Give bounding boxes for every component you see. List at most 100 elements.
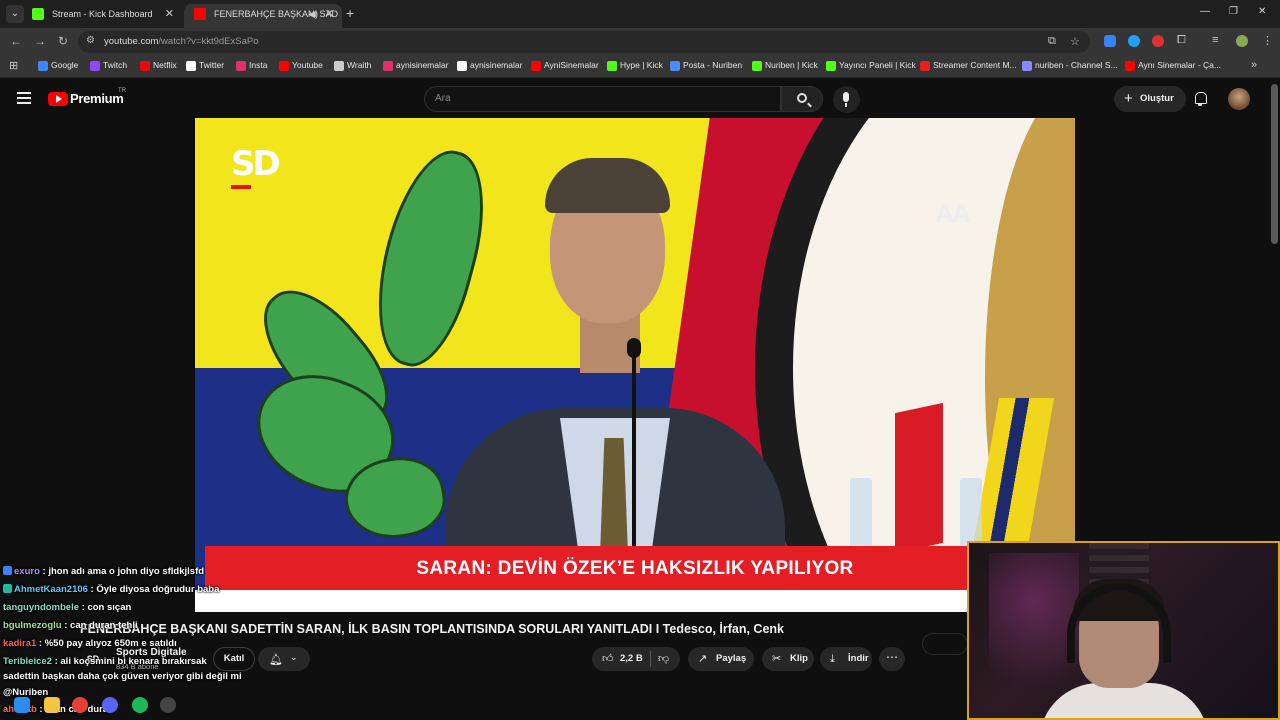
menu-hamburger-icon[interactable] [17, 92, 31, 104]
tab-youtube-video[interactable]: FENERBAHÇE BAŞKANI SAD ◀) ✕ [184, 4, 342, 28]
discord-icon[interactable] [102, 697, 118, 713]
bookmark-item[interactable]: Wraith [334, 60, 371, 71]
tab-title: FENERBAHÇE BAŞKANI SAD [214, 9, 339, 19]
page-scrollbar[interactable] [1271, 84, 1278, 244]
cast-icon[interactable]: ⧉ [1048, 35, 1056, 48]
voice-search-button[interactable] [833, 86, 860, 113]
bookmark-item[interactable]: Nuriben | Kick [752, 60, 818, 71]
video-player[interactable]: SD AA SARAN: DEVİN ÖZEK’E HAKSIZLIK YAPI… [195, 118, 1075, 612]
bookmark-item[interactable]: Aynı Sinemalar - Ça... [1125, 60, 1221, 71]
youtube-brand[interactable]: Premium [70, 91, 124, 106]
bookmark-favicon-icon [236, 61, 246, 71]
bookmark-item[interactable]: Yayıncı Paneli | Kick [826, 60, 916, 71]
avatar[interactable] [1228, 88, 1250, 110]
back-icon[interactable]: ← [10, 34, 22, 48]
bookmark-item[interactable]: Youtube [279, 60, 323, 71]
browser-toolbar: ← → ↻ ⚙ youtube.com/watch?v=kkt9dExSaPo … [0, 28, 1280, 56]
bookmark-label: Streamer Content M... [933, 60, 1017, 70]
share-button[interactable]: ↗ Paylaş [688, 647, 754, 671]
chip[interactable] [922, 633, 968, 655]
region-code: TR [118, 88, 126, 94]
bookmark-item[interactable]: Twitch [90, 60, 128, 71]
extension-adblock-icon[interactable] [1152, 35, 1164, 47]
bookmark-item[interactable]: aynisinemalar [457, 60, 523, 71]
bookmark-label: aynisinemalar [470, 60, 523, 70]
extension-shield-icon[interactable] [1104, 35, 1116, 47]
forward-icon[interactable]: → [34, 34, 46, 48]
like-count[interactable]: 2,2 B [620, 647, 643, 671]
bell-icon: 🔔︎ [269, 654, 283, 666]
new-tab-button[interactable]: + [346, 5, 354, 21]
bookmark-item[interactable]: Posta - Nuriben [670, 60, 743, 71]
menu-kebab-icon[interactable]: ⋮ [1262, 34, 1273, 47]
youtube-logo-icon[interactable] [48, 92, 68, 106]
youtube-header: Premium TR Ara Oluştur [0, 78, 1280, 120]
chat-username[interactable]: AhmetKaan2106 [14, 584, 88, 595]
chat-username[interactable]: kadira1 [3, 638, 36, 649]
chevron-down-icon: ⌄ [290, 652, 298, 662]
tab-kick-dashboard[interactable]: Stream - Kick Dashboard ✕ [22, 4, 182, 28]
close-window-icon[interactable]: ✕ [1258, 6, 1266, 17]
chrome-icon[interactable] [72, 697, 88, 713]
scissors-icon: ✂ [772, 653, 782, 665]
bookmark-favicon-icon [186, 61, 196, 71]
bookmark-item[interactable]: Google [38, 60, 78, 71]
profile-icon[interactable] [1236, 35, 1248, 47]
bookmark-item[interactable]: Insta [236, 60, 267, 71]
chat-message: AhmetKaan2106 : Öyle diyosa doğrudur bab… [3, 584, 219, 595]
extensions-puzzle-icon[interactable]: ⧠ [1177, 34, 1186, 47]
chat-username[interactable]: bgulmezoglu [3, 620, 62, 631]
bookmark-item[interactable]: Hype | Kick [607, 60, 663, 71]
create-button[interactable]: Oluştur [1114, 86, 1186, 112]
bookmark-star-icon[interactable]: ☆ [1070, 35, 1080, 48]
chat-badge-icon [3, 584, 12, 593]
bookmark-label: aynisinemalar [396, 60, 449, 70]
bookmark-item[interactable]: Netflix [140, 60, 177, 71]
site-info-icon[interactable]: ⚙ [86, 35, 95, 46]
dislike-icon[interactable]: 👎︎ [658, 647, 669, 671]
like-icon[interactable]: 👍︎ [602, 647, 614, 671]
chat-username[interactable]: tanguyndombele [3, 602, 79, 613]
spotify-icon[interactable] [132, 697, 148, 713]
app-icon[interactable] [160, 697, 176, 713]
search-button[interactable] [781, 86, 823, 112]
close-tab-icon[interactable]: ✕ [165, 4, 174, 24]
bookmark-item[interactable]: Streamer Content M... [920, 60, 1017, 71]
notifications-bell-icon[interactable] [1193, 91, 1207, 106]
bookmark-item[interactable]: aynisinemalar [383, 60, 449, 71]
join-button[interactable]: Katıl [213, 647, 255, 671]
turkish-flag [895, 402, 943, 554]
bookmark-favicon-icon [826, 61, 836, 71]
reload-icon[interactable]: ↻ [58, 34, 68, 48]
chat-username[interactable]: exuro [14, 566, 40, 577]
clip-button[interactable]: ✂ Klip [762, 647, 814, 671]
more-bookmarks-icon[interactable]: » [1251, 59, 1257, 71]
chat-text: can duran tehli [70, 620, 138, 631]
extension-icon[interactable] [1128, 35, 1140, 47]
bookmark-favicon-icon [140, 61, 150, 71]
bookmark-item[interactable]: AyniSinemalar [531, 60, 599, 71]
windows-start-icon[interactable] [14, 697, 30, 713]
bookmark-label: Posta - Nuriben [683, 60, 743, 70]
chat-text: con sıçan [87, 602, 132, 613]
address-bar[interactable]: ⚙ youtube.com/watch?v=kkt9dExSaPo ⧉ ☆ [78, 31, 1090, 53]
search-placeholder: Ara [435, 93, 451, 104]
download-button[interactable]: ⤓ İndir [820, 647, 872, 671]
speaker-icon[interactable]: ◀) [308, 4, 318, 24]
chat-username[interactable]: Teribleice2 [3, 656, 52, 667]
bookmark-favicon-icon [752, 61, 762, 71]
bookmark-label: Twitch [103, 60, 128, 70]
like-dislike-group: 👍︎ 2,2 B 👎︎ [592, 647, 680, 671]
search-input[interactable]: Ara [424, 86, 781, 112]
media-controls-icon[interactable]: ≡ [1212, 34, 1218, 46]
close-tab-icon[interactable]: ✕ [325, 4, 334, 24]
file-explorer-icon[interactable] [44, 697, 60, 713]
bookmark-item[interactable]: nuriben - Channel S... [1022, 60, 1118, 71]
subscription-bell-button[interactable]: 🔔︎ ⌄ [258, 647, 310, 671]
restore-icon[interactable]: ❐ [1229, 6, 1238, 17]
apps-grid-icon[interactable]: ⊞ [9, 59, 18, 72]
more-actions-button[interactable]: ⋯ [879, 647, 905, 671]
chat-message: exuro : jhon adı ama o john diyo sfldkjl… [3, 566, 204, 577]
minimize-icon[interactable]: — [1200, 6, 1210, 17]
bookmark-item[interactable]: Twitter [186, 60, 224, 71]
